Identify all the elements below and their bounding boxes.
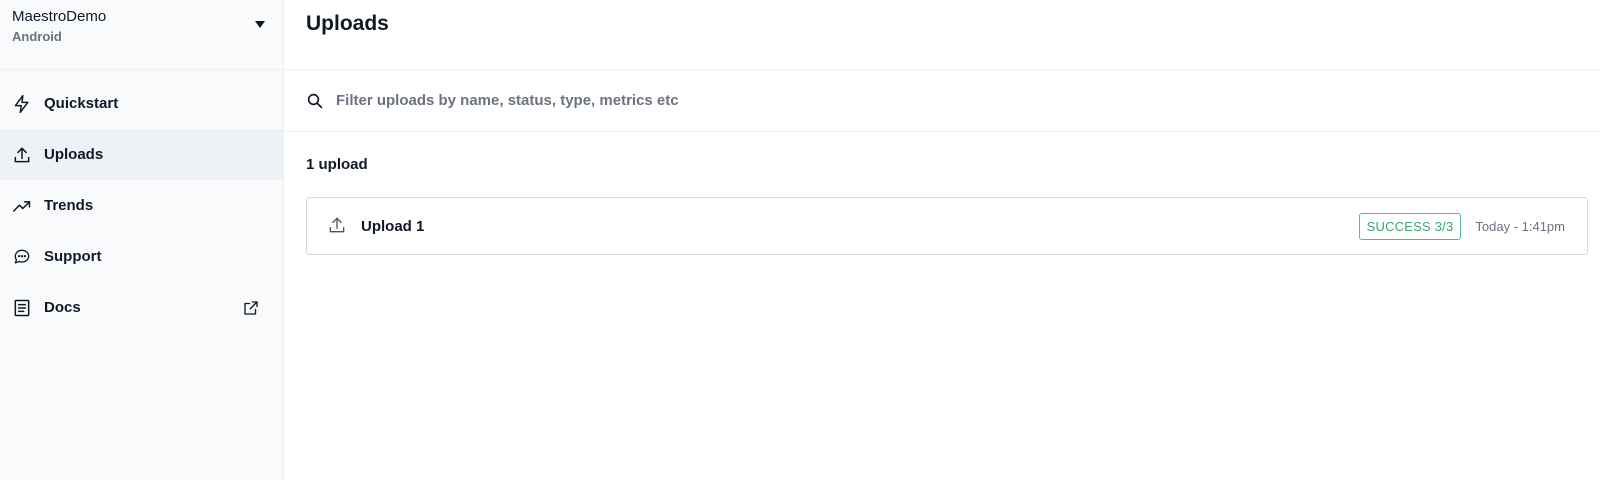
sidebar: MaestroDemo Android Quickstart Uploads T…: [0, 0, 284, 480]
search-icon: [306, 92, 324, 110]
upload-timestamp: Today - 1:41pm: [1475, 218, 1565, 234]
sidebar-item-label: Uploads: [44, 146, 104, 163]
upload-count: 1 upload: [306, 156, 368, 173]
sidebar-item-trends[interactable]: Trends: [0, 180, 283, 231]
sidebar-item-label: Quickstart: [44, 95, 119, 112]
upload-row[interactable]: Upload 1 SUCCESS 3/3 Today - 1:41pm: [306, 197, 1588, 255]
page-title: Uploads: [306, 12, 389, 35]
project-name: MaestroDemo: [12, 8, 107, 25]
upload-icon: [327, 215, 349, 237]
bolt-icon: [11, 93, 33, 115]
sidebar-item-label: Docs: [44, 299, 81, 316]
status-badge: SUCCESS 3/3: [1358, 212, 1462, 240]
upload-icon: [11, 144, 33, 166]
upload-name: Upload 1: [361, 217, 425, 235]
search-input[interactable]: [336, 92, 1578, 109]
page-header: Uploads: [284, 0, 1600, 70]
project-platform: Android: [12, 29, 62, 44]
trending-up-icon: [11, 195, 33, 217]
project-info: MaestroDemo Android: [12, 8, 106, 44]
document-icon: [11, 297, 33, 319]
sidebar-nav: Quickstart Uploads Trends Support Docs: [0, 70, 283, 333]
sidebar-item-quickstart[interactable]: Quickstart: [0, 78, 283, 129]
main-content: Uploads 1 upload Upload 1 SUCCESS 3/3 To…: [284, 0, 1600, 480]
chat-bubble-icon: [11, 246, 33, 268]
sidebar-item-label: Trends: [44, 197, 94, 214]
sidebar-item-docs[interactable]: Docs: [0, 282, 283, 333]
sidebar-item-support[interactable]: Support: [0, 231, 283, 282]
sidebar-item-uploads[interactable]: Uploads: [0, 129, 283, 180]
app-root: MaestroDemo Android Quickstart Uploads T…: [0, 0, 1600, 480]
sidebar-item-label: Support: [44, 248, 102, 265]
caret-down-icon[interactable]: [255, 21, 265, 28]
project-switcher[interactable]: MaestroDemo Android: [0, 0, 283, 70]
external-link-icon: [241, 298, 261, 318]
search-bar: [284, 70, 1600, 132]
